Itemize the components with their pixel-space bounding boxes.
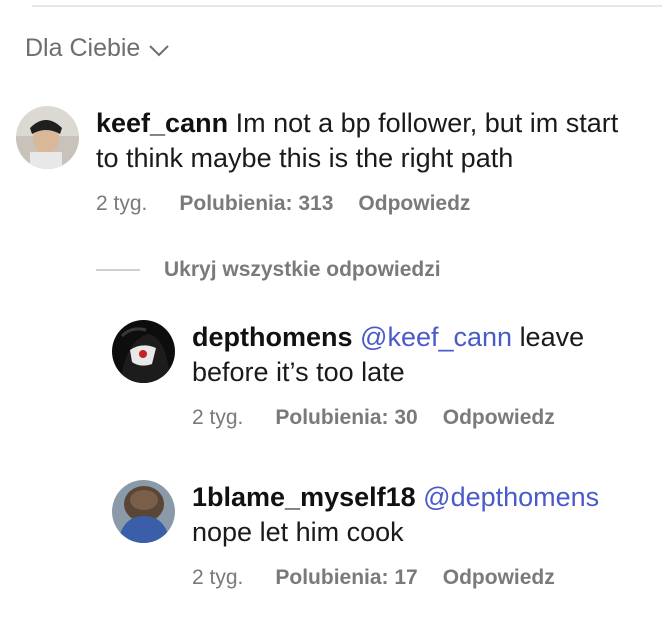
like-count-link[interactable]: Polubienia: 17 <box>275 566 417 590</box>
reply-button[interactable]: Odpowiedz <box>443 566 555 590</box>
mention-link[interactable]: @keef_cann <box>360 322 512 352</box>
reply-button[interactable]: Odpowiedz <box>358 192 470 216</box>
hide-replies-label: Ukryj wszystkie odpowiedzi <box>164 258 441 281</box>
avatar[interactable] <box>112 480 175 543</box>
reply-username[interactable]: 1blame_myself18 <box>192 482 416 512</box>
hide-replies-button[interactable]: Ukryj wszystkie odpowiedzi <box>96 258 441 282</box>
reply-time: 2 tyg. <box>192 566 244 589</box>
reply-text: nope let him cook <box>192 517 404 547</box>
reply-item: depthomens @keef_cann leave before it’s … <box>112 320 642 430</box>
like-count-link[interactable]: Polubienia: 30 <box>275 406 417 430</box>
sort-label: Dla Ciebie <box>25 34 141 62</box>
sort-dropdown[interactable]: Dla Ciebie <box>25 34 170 63</box>
chevron-down-icon <box>149 44 170 56</box>
comment-item: keef_cann Im not a bp follower, but im s… <box>16 106 646 216</box>
reply-button[interactable]: Odpowiedz <box>443 406 555 430</box>
comment-time: 2 tyg. <box>96 192 148 215</box>
top-divider <box>32 5 662 7</box>
reply-time: 2 tyg. <box>192 406 244 429</box>
reply-username[interactable]: depthomens <box>192 322 353 352</box>
divider-line <box>96 269 140 271</box>
avatar[interactable] <box>16 106 79 169</box>
mention-link[interactable]: @depthomens <box>423 482 599 512</box>
comment-username[interactable]: keef_cann <box>96 108 228 138</box>
like-count-link[interactable]: Polubienia: 313 <box>179 192 333 216</box>
reply-item: 1blame_myself18 @depthomens nope let him… <box>112 480 642 590</box>
avatar[interactable] <box>112 320 175 383</box>
